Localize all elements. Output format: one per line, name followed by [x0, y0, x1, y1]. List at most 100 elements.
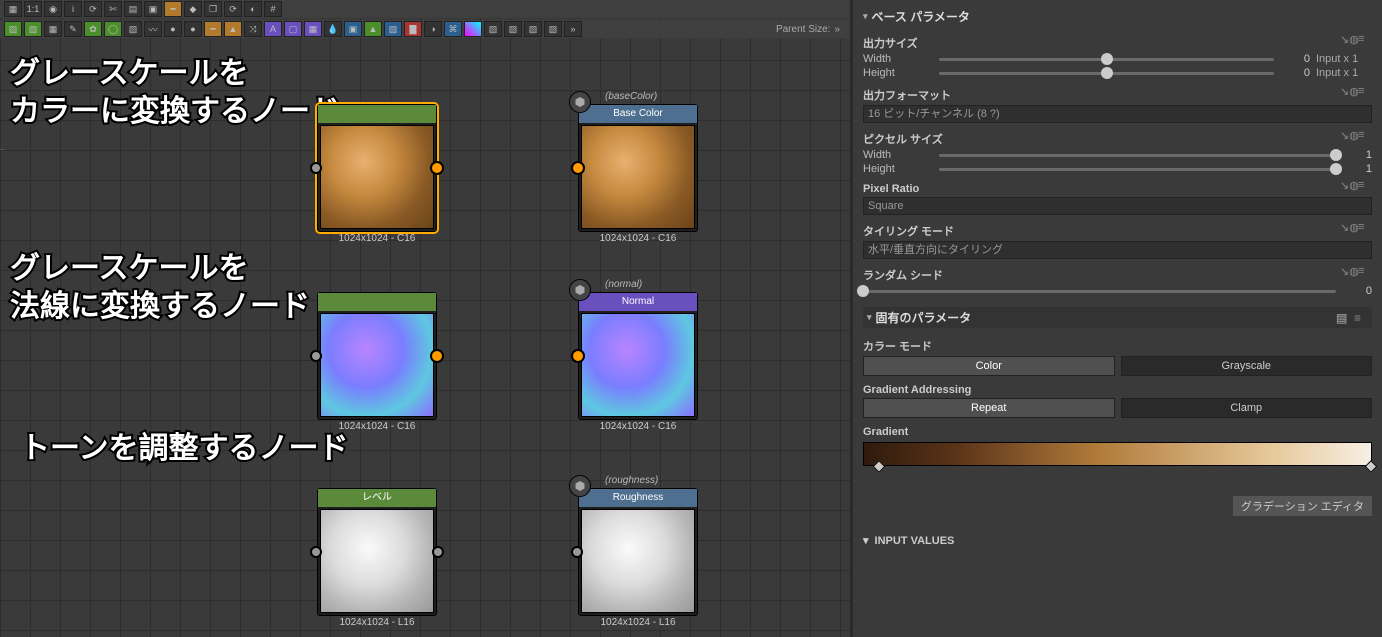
menu-icon[interactable]: ≡ — [1358, 33, 1372, 47]
more-icon[interactable]: » — [564, 21, 582, 37]
dropdown-out-format[interactable]: 16 ビット/チャンネル (8 ?) — [863, 105, 1372, 123]
expose-icon[interactable]: ↘◍ — [1340, 85, 1354, 99]
gradient-handle[interactable] — [1365, 460, 1378, 473]
drop-icon[interactable]: 💧 — [324, 21, 342, 37]
tri-icon[interactable]: ▲ — [364, 21, 382, 37]
sq-icon[interactable]: ▣ — [344, 21, 362, 37]
gradient-icon[interactable]: ▨ — [4, 21, 22, 37]
grid-icon[interactable]: # — [264, 1, 282, 17]
port-in[interactable] — [310, 546, 322, 558]
node-normal-conv[interactable]: 1024x1024 - C16 — [317, 292, 437, 420]
reload-icon[interactable]: ⟳ — [224, 1, 242, 17]
port-out[interactable] — [430, 161, 444, 175]
menu-icon[interactable]: ≡ — [1358, 265, 1372, 279]
dot2-icon[interactable]: ● — [184, 21, 202, 37]
menu-icon[interactable]: ≡ — [1358, 129, 1372, 143]
toggle-color[interactable]: Color — [863, 356, 1115, 376]
p2-icon[interactable]: ▧ — [504, 21, 522, 37]
link2-icon[interactable]: ━ — [204, 21, 222, 37]
toggle-grayscale[interactable]: Grayscale — [1121, 356, 1373, 376]
hue-icon[interactable] — [464, 21, 482, 37]
value-px-width: 1 — [1342, 149, 1372, 161]
menu-icon[interactable]: ≡ — [1358, 85, 1372, 99]
label-gradient: Gradient — [863, 426, 1372, 438]
grad3-icon[interactable]: ▨ — [384, 21, 402, 37]
slider-out-width[interactable] — [939, 58, 1274, 61]
tool-icon[interactable]: ▦ — [4, 1, 22, 17]
menu-icon[interactable]: ≡ — [1358, 179, 1372, 193]
tool-a-icon[interactable]: ▧ — [124, 21, 142, 37]
camera-icon[interactable]: ◉ — [44, 1, 62, 17]
expose-icon[interactable]: ↘◍ — [1340, 265, 1354, 279]
solid-icon[interactable]: ▇ — [404, 21, 422, 37]
checker-icon[interactable]: ▦ — [44, 21, 62, 37]
label-px-size: ピクセル サイズ — [863, 131, 1334, 147]
frame-icon[interactable]: ▢ — [284, 21, 302, 37]
p4-icon[interactable]: ▧ — [544, 21, 562, 37]
expose-icon[interactable]: ↘◍ — [1340, 221, 1354, 235]
port-in[interactable] — [310, 162, 322, 174]
menu-icon[interactable]: ≡ — [1354, 311, 1368, 325]
atom-icon[interactable]: ⌘ — [444, 21, 462, 37]
curve-icon[interactable]: 〰 — [144, 21, 162, 37]
node-levels[interactable]: レベル 1024x1024 - L16 — [317, 488, 437, 616]
gradient2-icon[interactable]: ▨ — [24, 21, 42, 37]
toggle-clamp[interactable]: Clamp — [1121, 398, 1373, 418]
expose-icon[interactable]: ↘◍ — [1340, 179, 1354, 193]
gradient-editor-button[interactable]: グラデーション エディタ — [1233, 496, 1372, 516]
node-output-normal[interactable]: (normal) Normal 1024x1024 - C16 — [578, 292, 698, 420]
slider-px-width[interactable] — [939, 154, 1336, 157]
refresh-icon[interactable]: ⟳ — [84, 1, 102, 17]
info-icon[interactable]: i — [64, 1, 82, 17]
link-icon[interactable]: ━ — [164, 1, 182, 17]
section-input-values[interactable]: ▾ INPUT VALUES — [863, 534, 1372, 547]
cut-icon[interactable]: ✄ — [104, 1, 122, 17]
cube-icon — [569, 279, 591, 301]
node-caption: 1024x1024 - L16 — [318, 615, 436, 628]
fit-icon[interactable]: 1:1 — [24, 1, 42, 17]
p1-icon[interactable]: ▧ — [484, 21, 502, 37]
node-caption: 1024x1024 - C16 — [318, 231, 436, 244]
image-icon[interactable]: ▦ — [304, 21, 322, 37]
port-in[interactable] — [310, 350, 322, 362]
copy-icon[interactable]: ❐ — [204, 1, 222, 17]
pick-icon[interactable]: ◑ — [424, 21, 442, 37]
panel-icon[interactable]: ▣ — [144, 1, 162, 17]
node-output-roughness[interactable]: (roughness) Roughness 1024x1024 - L16 — [578, 488, 698, 616]
brush-icon[interactable]: ✎ — [64, 21, 82, 37]
dropdown-tiling[interactable]: 水平/垂直方向にタイリング — [863, 241, 1372, 259]
expose-icon[interactable]: ↘◍ — [1340, 129, 1354, 143]
eco-icon[interactable]: ◯ — [104, 21, 122, 37]
keyframe-icon[interactable]: ◆ — [184, 1, 202, 17]
layers-icon[interactable]: ▤ — [124, 1, 142, 17]
leaf-icon[interactable]: ✿ — [84, 21, 102, 37]
section-base-params[interactable]: ▾ ベース パラメータ — [863, 8, 1372, 25]
gradient-handle[interactable] — [873, 460, 886, 473]
slider-seed[interactable] — [863, 290, 1336, 293]
expose-icon[interactable]: ↘◍ — [1340, 33, 1354, 47]
port-out[interactable] — [430, 349, 444, 363]
section-own-params[interactable]: ▾ 固有のパラメータ ▤ ≡ — [863, 307, 1372, 328]
node-output-basecolor[interactable]: (baseColor) Base Color 1024x1024 - C16 — [578, 104, 698, 232]
toggle-repeat[interactable]: Repeat — [863, 398, 1115, 418]
port-in[interactable] — [571, 349, 585, 363]
output-tag: (baseColor) — [605, 91, 657, 102]
warn-icon[interactable]: ▲ — [224, 21, 242, 37]
dropdown-px-ratio[interactable]: Square — [863, 197, 1372, 215]
port-in[interactable] — [571, 161, 585, 175]
slider-px-height[interactable] — [939, 168, 1336, 171]
port-out[interactable] — [432, 546, 444, 558]
shuffle-icon[interactable]: ⤨ — [244, 21, 262, 37]
p3-icon[interactable]: ▧ — [524, 21, 542, 37]
gradient-bar[interactable] — [863, 442, 1372, 466]
node-graph[interactable]: ▦ 1:1 ◉ i ⟳ ✄ ▤ ▣ ━ ◆ ❐ ⟳ ◐ # ▨ ▨ ▦ ✎ ✿ … — [0, 0, 850, 637]
mask-icon[interactable]: ◐ — [244, 1, 262, 17]
port-in[interactable] — [571, 546, 583, 558]
node-grad-map[interactable]: 1024x1024 - C16 — [317, 104, 437, 232]
node-preview — [581, 509, 695, 613]
text-icon[interactable]: A — [264, 21, 282, 37]
menu-icon[interactable]: ≡ — [1358, 221, 1372, 235]
slider-out-height[interactable] — [939, 72, 1274, 75]
dot-icon[interactable]: ● — [164, 21, 182, 37]
clipboard-icon[interactable]: ▤ — [1336, 311, 1350, 325]
